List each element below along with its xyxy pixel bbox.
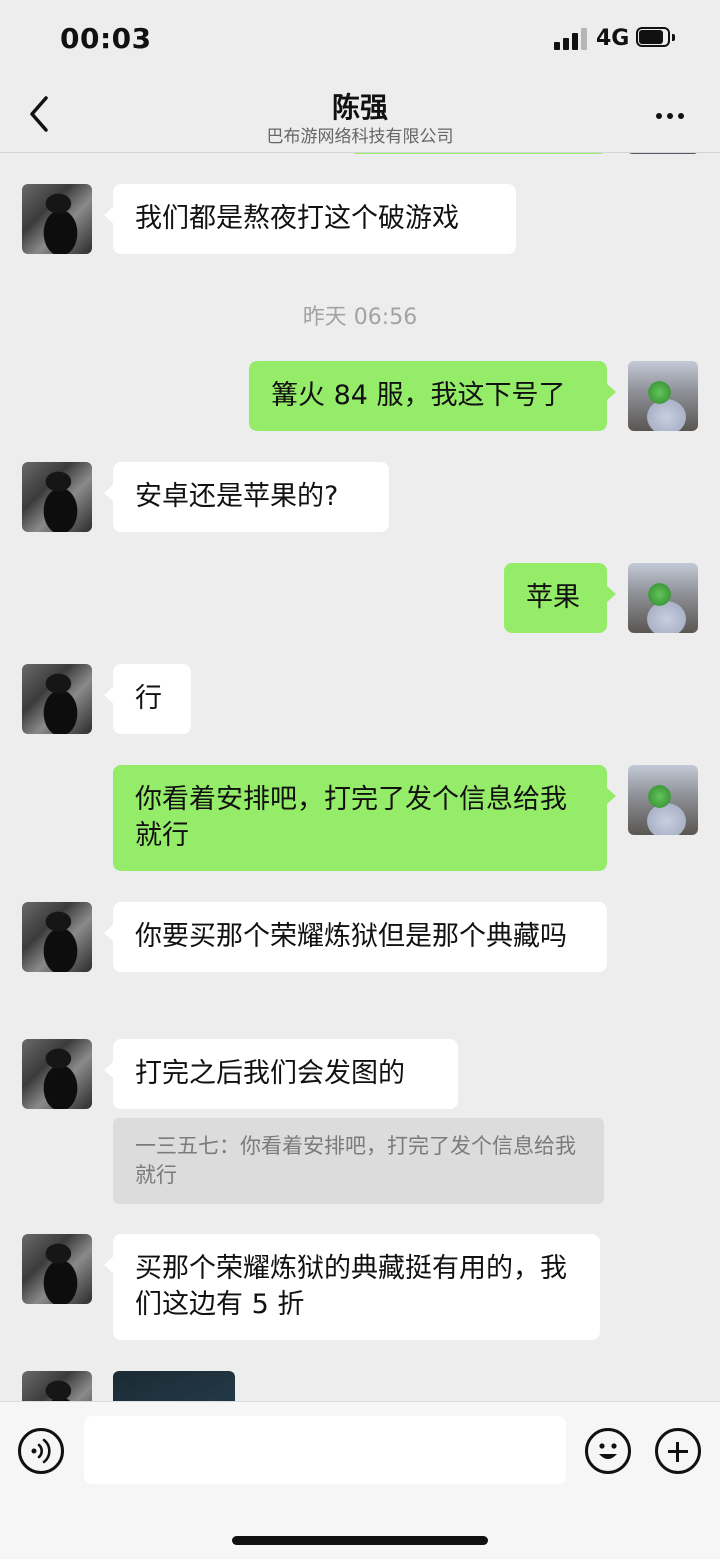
- quoted-message[interactable]: 一三五七：你看着安排吧，打完了发个信息给我就行: [113, 1118, 604, 1204]
- message-input[interactable]: [84, 1416, 566, 1484]
- my-avatar[interactable]: [628, 765, 698, 835]
- voice-icon: [31, 1438, 51, 1464]
- battery-icon: [636, 27, 676, 49]
- message-bubble-outgoing[interactable]: 你看着安排吧，打完了发个信息给我就行: [113, 765, 616, 871]
- contact-company: 巴布游网络科技有限公司: [266, 127, 454, 147]
- chat-header: 陈强 巴布游网络科技有限公司: [0, 78, 720, 152]
- contact-avatar[interactable]: [22, 1371, 92, 1401]
- contact-avatar[interactable]: [22, 462, 92, 532]
- message-bubble-incoming[interactable]: 行: [104, 664, 191, 734]
- message-bubble-incoming[interactable]: 你要买那个荣耀炼狱但是那个典藏吗: [104, 902, 607, 972]
- status-time: 00:03: [60, 22, 152, 55]
- message-list[interactable]: 我们都是熬夜打这个破游戏 昨天 06:56 篝火 84 服，我这下号了 安卓还是…: [0, 153, 720, 1401]
- message-bubble-outgoing[interactable]: 苹果: [504, 563, 616, 633]
- contact-avatar[interactable]: [22, 1039, 92, 1109]
- signal-icon: [554, 28, 588, 50]
- status-bar: 00:03 4G: [0, 0, 720, 78]
- avatar-peek: [628, 153, 698, 154]
- my-avatar[interactable]: [628, 361, 698, 431]
- contact-name: 陈强: [331, 91, 388, 124]
- contact-avatar[interactable]: [22, 184, 92, 254]
- message-bubble-incoming[interactable]: 打完之后我们会发图的: [104, 1039, 458, 1109]
- more-button[interactable]: [650, 100, 690, 130]
- home-indicator: [232, 1536, 488, 1545]
- message-timestamp: 昨天 06:56: [302, 305, 418, 330]
- network-type: 4G: [596, 26, 630, 51]
- plus-button[interactable]: [655, 1428, 701, 1474]
- contact-avatar[interactable]: [22, 1234, 92, 1304]
- message-bubble-incoming[interactable]: 买那个荣耀炼狱的典藏挺有用的，我们这边有 5 折: [104, 1234, 600, 1340]
- input-bar: [0, 1401, 720, 1559]
- message-bubble-outgoing[interactable]: 篝火 84 服，我这下号了: [249, 361, 616, 431]
- more-dots-icon: [656, 113, 662, 119]
- voice-button[interactable]: [18, 1428, 64, 1474]
- message-bubble-incoming[interactable]: 安卓还是苹果的?: [104, 462, 389, 532]
- image-message[interactable]: [113, 1371, 235, 1401]
- emoji-button[interactable]: [585, 1428, 631, 1474]
- message-bubble-incoming[interactable]: 我们都是熬夜打这个破游戏: [104, 184, 516, 254]
- message-peek: [352, 153, 604, 154]
- emoji-icon: [599, 1443, 617, 1459]
- contact-avatar[interactable]: [22, 664, 92, 734]
- contact-avatar[interactable]: [22, 902, 92, 972]
- my-avatar[interactable]: [628, 563, 698, 633]
